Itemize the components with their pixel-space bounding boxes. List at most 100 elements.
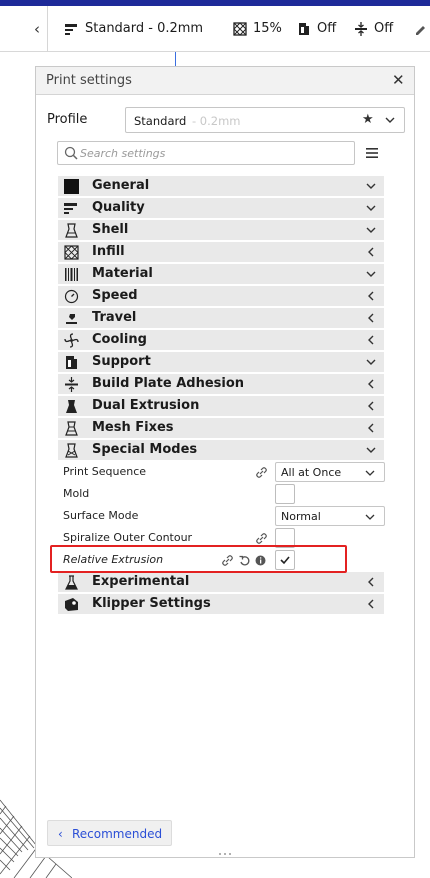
infill-icon bbox=[64, 245, 79, 260]
experimental-icon bbox=[65, 575, 78, 590]
category-support[interactable]: Support bbox=[58, 352, 384, 372]
dual-extrusion-icon bbox=[66, 400, 77, 413]
profile-layer-height: - 0.2mm bbox=[192, 114, 241, 128]
category-cooling[interactable]: Cooling bbox=[58, 330, 384, 350]
category-dual-extrusion[interactable]: Dual Extrusion bbox=[58, 396, 384, 416]
category-klipper-settings[interactable]: Klipper Settings bbox=[58, 594, 384, 614]
chevron-down-icon bbox=[366, 271, 376, 277]
chevron-down-icon bbox=[385, 117, 395, 123]
category-material[interactable]: Material bbox=[58, 264, 384, 284]
chevron-down-icon bbox=[366, 183, 376, 189]
quality-icon bbox=[65, 24, 77, 35]
chevron-left-icon bbox=[368, 577, 374, 587]
category-label: Shell bbox=[92, 222, 129, 237]
reset-icon[interactable] bbox=[239, 555, 250, 566]
special-modes-icon bbox=[65, 443, 78, 458]
speed-icon bbox=[64, 289, 79, 304]
link-icon[interactable] bbox=[222, 555, 233, 566]
header-adhesion-value[interactable]: Off bbox=[374, 20, 393, 38]
chevron-left-icon: ‹ bbox=[58, 827, 63, 841]
profile-label: Profile bbox=[47, 112, 88, 127]
pencil-icon[interactable] bbox=[413, 22, 427, 36]
cooling-icon bbox=[64, 333, 79, 348]
general-icon bbox=[64, 179, 79, 194]
category-mesh-fixes[interactable]: Mesh Fixes bbox=[58, 418, 384, 438]
chevron-left-icon bbox=[368, 247, 374, 257]
chevron-left-icon[interactable]: ‹ bbox=[26, 17, 48, 41]
category-label: Dual Extrusion bbox=[92, 398, 200, 413]
print-setup-header: ‹ Standard - 0.2mm 15% Off Off bbox=[0, 6, 430, 52]
category-experimental[interactable]: Experimental bbox=[58, 572, 384, 592]
panel-title: Print settings bbox=[46, 73, 132, 88]
star-icon[interactable]: ★ bbox=[362, 112, 374, 127]
category-label: Experimental bbox=[92, 574, 190, 589]
travel-icon bbox=[66, 314, 77, 324]
profile-name: Standard bbox=[134, 114, 187, 128]
infill-icon bbox=[233, 22, 247, 36]
header-left-region: ‹ bbox=[0, 6, 48, 52]
link-icon[interactable] bbox=[256, 467, 267, 478]
surface-mode-value: Normal bbox=[281, 510, 321, 523]
category-general[interactable]: General bbox=[58, 176, 384, 196]
adhesion-icon bbox=[65, 377, 78, 392]
category-travel[interactable]: Travel bbox=[58, 308, 384, 328]
adhesion-icon bbox=[355, 22, 367, 36]
menu-icon[interactable] bbox=[366, 147, 378, 159]
info-icon[interactable] bbox=[255, 555, 266, 566]
surface-mode-select[interactable]: Normal bbox=[275, 506, 385, 526]
category-label: Speed bbox=[92, 288, 138, 303]
search-input[interactable]: Search settings bbox=[57, 141, 355, 165]
relative-extrusion-checkbox[interactable] bbox=[275, 550, 295, 570]
category-label: Klipper Settings bbox=[92, 596, 211, 611]
category-label: Support bbox=[92, 354, 151, 369]
category-label: Cooling bbox=[92, 332, 147, 347]
resize-handle-icon[interactable] bbox=[218, 852, 232, 856]
mold-checkbox[interactable] bbox=[275, 484, 295, 504]
search-icon bbox=[64, 146, 78, 160]
category-label: Travel bbox=[92, 310, 137, 325]
shell-icon bbox=[65, 223, 78, 238]
chevron-down-icon bbox=[366, 205, 376, 211]
chevron-down-icon bbox=[365, 470, 375, 476]
chevron-down-icon bbox=[365, 514, 375, 520]
link-icon[interactable] bbox=[256, 533, 267, 544]
header-profile-name[interactable]: Standard - 0.2mm bbox=[85, 20, 203, 38]
panel-header: Print settings ✕ bbox=[36, 67, 414, 95]
recommended-label: Recommended bbox=[72, 827, 163, 841]
mesh-fixes-icon bbox=[65, 421, 78, 436]
print-sequence-select[interactable]: All at Once bbox=[275, 462, 385, 482]
recommended-button[interactable]: ‹ Recommended bbox=[47, 820, 172, 846]
category-label: Special Modes bbox=[92, 442, 198, 457]
category-label: Build Plate Adhesion bbox=[92, 376, 245, 391]
category-shell[interactable]: Shell bbox=[58, 220, 384, 240]
category-label: General bbox=[92, 178, 150, 193]
spiralize-label: Spiralize Outer Contour bbox=[63, 531, 193, 544]
axis-line bbox=[175, 52, 176, 66]
chevron-left-icon bbox=[368, 401, 374, 411]
chevron-down-icon bbox=[366, 227, 376, 233]
category-label: Mesh Fixes bbox=[92, 420, 174, 435]
category-speed[interactable]: Speed bbox=[58, 286, 384, 306]
surface-mode-label: Surface Mode bbox=[63, 509, 139, 522]
chevron-left-icon bbox=[368, 423, 374, 433]
chevron-left-icon bbox=[368, 379, 374, 389]
profile-select[interactable]: Standard - 0.2mm ★ bbox=[125, 107, 405, 133]
category-quality[interactable]: Quality bbox=[58, 198, 384, 218]
close-icon[interactable]: ✕ bbox=[392, 71, 405, 89]
spiralize-checkbox[interactable] bbox=[275, 528, 295, 548]
relative-extrusion-label: Relative Extrusion bbox=[63, 553, 164, 566]
category-infill[interactable]: Infill bbox=[58, 242, 384, 262]
category-label: Quality bbox=[92, 200, 145, 215]
checkmark-icon bbox=[280, 556, 290, 565]
category-build-plate-adhesion[interactable]: Build Plate Adhesion bbox=[58, 374, 384, 394]
category-special-modes[interactable]: Special Modes bbox=[58, 440, 384, 460]
material-icon bbox=[65, 268, 78, 281]
print-sequence-label: Print Sequence bbox=[63, 465, 147, 478]
support-icon bbox=[299, 23, 309, 35]
print-sequence-value: All at Once bbox=[281, 466, 342, 479]
chevron-left-icon bbox=[368, 335, 374, 345]
category-label: Material bbox=[92, 266, 153, 281]
header-infill-value[interactable]: 15% bbox=[253, 20, 282, 38]
header-support-value[interactable]: Off bbox=[317, 20, 336, 38]
chevron-down-icon bbox=[366, 447, 376, 453]
